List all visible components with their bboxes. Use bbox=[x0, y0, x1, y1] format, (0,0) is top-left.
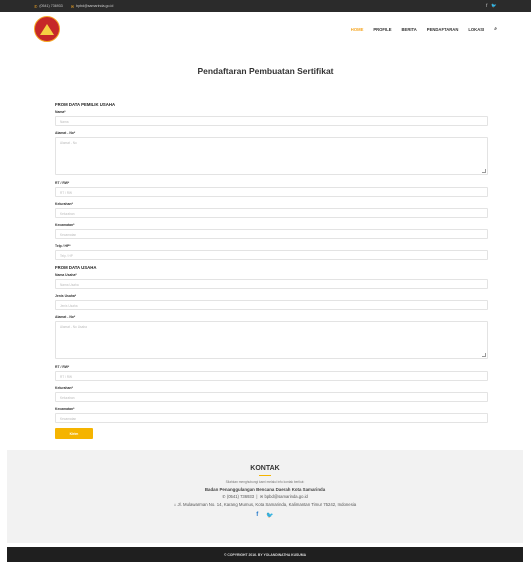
submit-button[interactable]: Kirim bbox=[55, 428, 93, 439]
twitter-icon[interactable]: 🐦 bbox=[491, 3, 497, 9]
owner-rt-label: RT / RW* bbox=[55, 181, 70, 185]
business-rt-input[interactable]: RT / RW bbox=[55, 371, 488, 381]
contact-social: f 🐦 bbox=[7, 512, 523, 519]
nav-menu: HOME PROFILE BERITA PENDAFTARAN LOKASI ⌕ bbox=[351, 26, 497, 32]
contact-email[interactable]: bpbd@samarinda.go.id bbox=[265, 494, 308, 499]
nav-lokasi[interactable]: LOKASI bbox=[468, 27, 484, 32]
contact-intro: Silahkan menghubungi kami melalui info k… bbox=[225, 480, 305, 484]
phone-icon: ✆ bbox=[34, 3, 38, 9]
owner-kelurahan-input[interactable]: Kelurahan bbox=[55, 208, 488, 218]
business-kecamatan-label: Kecamatan* bbox=[55, 407, 75, 411]
business-section-title: FROM DATA USAHA bbox=[55, 265, 97, 270]
contact-org: Badan Penanggulangan Bencana Daerah Kota… bbox=[204, 487, 326, 492]
contact-title: KONTAK bbox=[250, 465, 280, 472]
nav-berita[interactable]: BERITA bbox=[402, 27, 417, 32]
business-rt-label: RT / RW* bbox=[55, 365, 70, 369]
topbar-email[interactable]: ✉ bpbd@samarinda.go.id bbox=[71, 4, 114, 9]
contact-address-line: ⌂ Jl. Mulawarman No. 14, Karang Mumus, K… bbox=[7, 502, 523, 507]
business-kelurahan-label: Kelurahan* bbox=[55, 386, 73, 390]
business-kelurahan-input[interactable]: Kelurahan bbox=[55, 392, 488, 402]
business-kecamatan-input[interactable]: Kecamatan bbox=[55, 413, 488, 423]
contact-section: KONTAK Silahkan menghubungi kami melalui… bbox=[7, 450, 523, 543]
owner-kecamatan-input[interactable]: Kecamatan bbox=[55, 229, 488, 239]
owner-section-title: FROM DATA PEMILIK USAHA bbox=[55, 102, 116, 107]
site-logo[interactable] bbox=[34, 16, 60, 42]
business-alamat-textarea[interactable]: Alamat - No Usaha bbox=[55, 321, 488, 359]
owner-alamat-textarea[interactable]: Alamat - No bbox=[55, 137, 488, 175]
owner-rt-input[interactable]: RT / RW bbox=[55, 187, 488, 197]
footer-copyright: © COPYRIGHT 2016. BY YOLANDINATHA KUSUMA bbox=[223, 552, 307, 557]
page-title: Pendaftaran Pembuatan Sertifikat bbox=[197, 66, 334, 76]
facebook-icon[interactable]: f bbox=[256, 512, 258, 519]
business-alamat-label: Alamat - No* bbox=[55, 315, 76, 319]
nav-home[interactable]: HOME bbox=[351, 27, 364, 32]
top-bar: ✆ (0541) 736933 ✉ bpbd@samarinda.go.id f… bbox=[0, 0, 531, 12]
topbar-phone-text: (0541) 736933 bbox=[39, 4, 63, 8]
business-jenis-label: Jenis Usaha* bbox=[55, 294, 77, 298]
owner-kelurahan-label: Kelurahan* bbox=[55, 202, 73, 206]
mail-icon: ✉ bbox=[259, 494, 264, 499]
map-marker-icon: ⌂ bbox=[173, 502, 177, 507]
registration-form: FROM DATA PEMILIK USAHA Nama* Nama Alama… bbox=[55, 102, 488, 439]
owner-telp-input[interactable]: Telp / HP bbox=[55, 250, 488, 260]
contact-phone-email: ✆ (0541) 736933 | ✉ bpbd@samarinda.go.id bbox=[222, 494, 308, 499]
mail-icon: ✉ bbox=[70, 3, 75, 9]
contact-phone: (0541) 736933 bbox=[226, 494, 255, 499]
twitter-icon[interactable]: 🐦 bbox=[266, 512, 273, 519]
nav-profile[interactable]: PROFILE bbox=[373, 27, 391, 32]
topbar-email-text: bpbd@samarinda.go.id bbox=[76, 4, 114, 8]
owner-telp-label: Telp / HP* bbox=[55, 244, 71, 248]
business-nama-input[interactable]: Nama Usaha bbox=[55, 279, 488, 289]
owner-nama-input[interactable]: Nama bbox=[55, 116, 488, 126]
business-jenis-input[interactable]: Jenis Usaha bbox=[55, 300, 488, 310]
owner-kecamatan-label: Kecamatan* bbox=[55, 223, 75, 227]
owner-alamat-label: Alamat - No* bbox=[55, 131, 76, 135]
search-icon[interactable]: ⌕ bbox=[494, 26, 497, 32]
contact-address: Jl. Mulawarman No. 14, Karang Mumus, Kot… bbox=[177, 502, 357, 507]
phone-icon: ✆ bbox=[222, 494, 226, 499]
facebook-icon[interactable]: f bbox=[486, 3, 487, 9]
business-nama-label: Nama Usaha* bbox=[55, 273, 77, 277]
topbar-social: f 🐦 bbox=[486, 3, 497, 9]
topbar-phone: ✆ (0541) 736933 bbox=[34, 4, 63, 9]
owner-nama-label: Nama* bbox=[55, 110, 66, 114]
nav-pendaftaran[interactable]: PENDAFTARAN bbox=[427, 27, 459, 32]
contact-divider bbox=[259, 475, 271, 476]
main-nav: HOME PROFILE BERITA PENDAFTARAN LOKASI ⌕ bbox=[0, 12, 531, 46]
footer: © COPYRIGHT 2016. BY YOLANDINATHA KUSUMA bbox=[7, 547, 523, 562]
